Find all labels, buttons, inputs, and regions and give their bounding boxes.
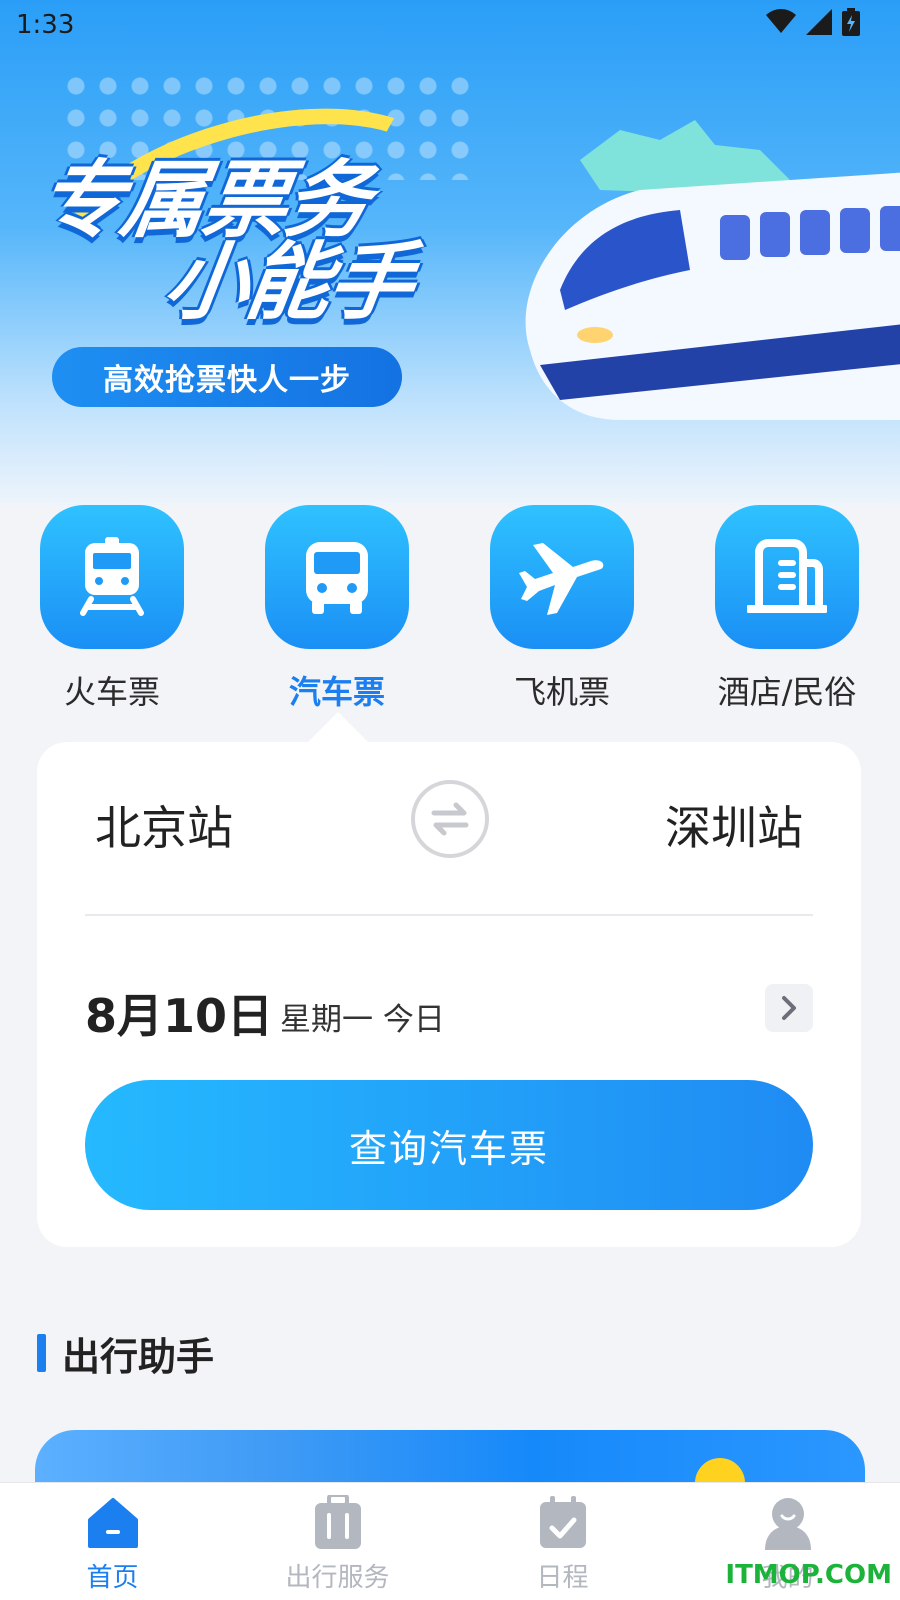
- nav-travel-services[interactable]: 出行服务: [225, 1483, 450, 1594]
- watermark: ITMOP.COM: [725, 1560, 892, 1590]
- from-station[interactable]: 北京站: [95, 792, 233, 858]
- calendar-icon: [533, 1493, 593, 1553]
- status-bar: 1:33: [0, 0, 900, 50]
- chevron-right-icon: [782, 996, 796, 1020]
- category-plane-label: 飞机票: [513, 673, 610, 711]
- battery-icon: [842, 8, 860, 36]
- nav-schedule-label: 日程: [536, 1563, 589, 1593]
- date-selector[interactable]: 8月10日 星期一 今日: [85, 980, 813, 1043]
- category-train-label: 火车票: [63, 673, 160, 711]
- swap-stations-button[interactable]: [411, 780, 489, 858]
- nav-travel-services-label: 出行服务: [285, 1563, 390, 1593]
- divider: [85, 914, 813, 916]
- signal-icon: [806, 9, 832, 35]
- banner-title-line2: 小能手: [158, 233, 418, 331]
- category-hotel-label: 酒店/民俗: [717, 673, 857, 711]
- banner-title-line1: 专属票务: [33, 151, 375, 249]
- to-station[interactable]: 深圳站: [665, 792, 803, 858]
- bus-icon: [265, 505, 409, 649]
- category-train[interactable]: 火车票: [12, 505, 212, 713]
- travel-date: 8月10日: [85, 989, 274, 1043]
- hotel-icon: [715, 505, 859, 649]
- assistant-section-header: 出行助手: [37, 1330, 214, 1379]
- train-icon: [40, 505, 184, 649]
- nav-home[interactable]: 首页: [0, 1483, 225, 1594]
- category-bus[interactable]: 汽车票: [237, 505, 437, 713]
- swap-icon: [431, 802, 469, 836]
- section-title: 出行助手: [62, 1334, 215, 1379]
- travel-date-weekday: 星期一 今日: [280, 1002, 445, 1038]
- ticket-categories: 火车票 汽车票 飞机票 酒店/民俗: [0, 505, 900, 713]
- promo-banner[interactable]: 专属票务 小能手 高效抢票快人一步: [0, 0, 900, 505]
- profile-icon: [758, 1493, 818, 1553]
- card-pointer: [306, 712, 370, 744]
- category-hotel[interactable]: 酒店/民俗: [687, 505, 887, 713]
- luggage-icon: [308, 1493, 368, 1553]
- banner-slogan: 高效抢票快人一步: [52, 347, 402, 407]
- category-bus-label: 汽车票: [288, 673, 385, 711]
- status-time: 1:33: [16, 10, 75, 40]
- plane-icon: [490, 505, 634, 649]
- home-icon: [83, 1493, 143, 1553]
- search-bus-tickets-button[interactable]: 查询汽车票: [85, 1080, 813, 1210]
- train-illustration: [525, 120, 900, 420]
- category-plane[interactable]: 飞机票: [462, 505, 662, 713]
- ticket-search-card: 北京站 深圳站 8月10日 星期一 今日 查询汽车票: [37, 742, 861, 1247]
- section-accent-bar: [37, 1334, 46, 1372]
- nav-home-label: 首页: [86, 1563, 139, 1593]
- nav-schedule[interactable]: 日程: [450, 1483, 675, 1594]
- date-arrow-button[interactable]: [765, 984, 813, 1032]
- wifi-icon: [766, 9, 796, 33]
- status-icons: [766, 8, 860, 36]
